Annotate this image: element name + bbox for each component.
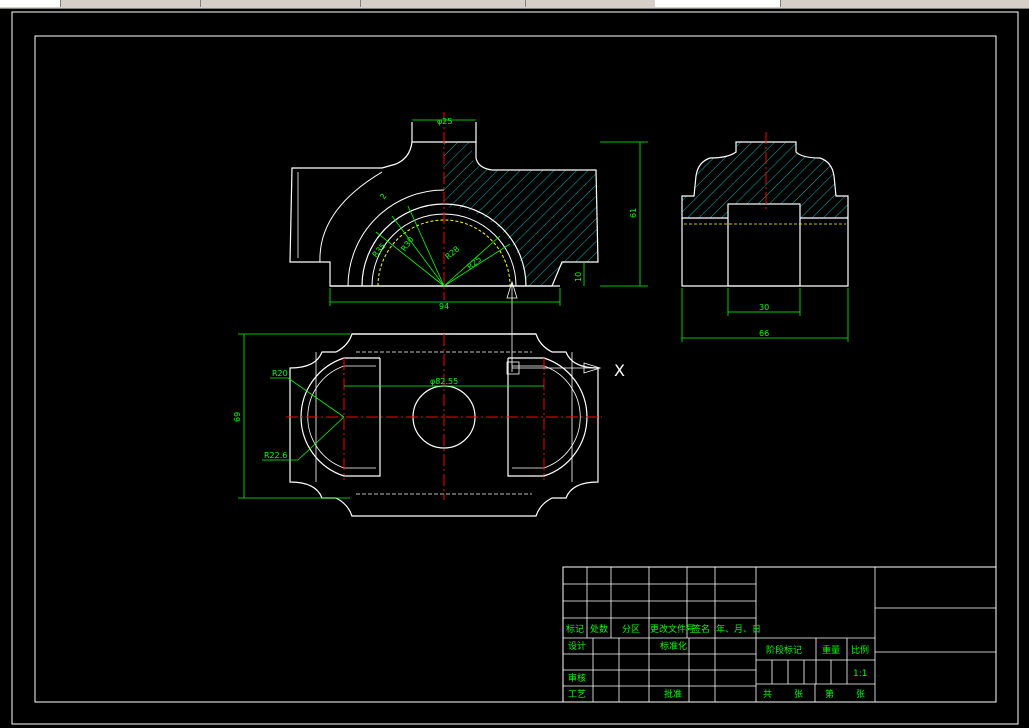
tb-sheet: 第 bbox=[825, 688, 834, 700]
tb-weight: 重量 bbox=[822, 644, 840, 656]
dim-overall-height: 61 bbox=[629, 208, 638, 218]
dim-top-width: φ25 bbox=[437, 117, 452, 126]
cad-canvas[interactable]: φ25 61 94 10 R35 R30 R28 R25 2 30 66 X 6… bbox=[0, 0, 1029, 728]
tb-rev-header: 标记 bbox=[566, 623, 584, 635]
tb-sheet: 共 bbox=[763, 689, 772, 700]
tb-rev-header: 处数 bbox=[590, 623, 608, 635]
tb-row-label: 审核 bbox=[568, 672, 586, 684]
tb-rev-header: 签名 bbox=[692, 623, 710, 635]
plan-view: X bbox=[286, 333, 625, 517]
left-body-outline bbox=[289, 141, 444, 287]
tb-sheet: 张 bbox=[794, 689, 803, 700]
tb-approve: 批准 bbox=[664, 688, 682, 700]
tb-sheet: 张 bbox=[856, 689, 865, 700]
dim-plan-center: φ82.55 bbox=[430, 377, 458, 386]
bore-arc-r35 bbox=[347, 189, 445, 287]
dim-small-radius: 2 bbox=[378, 192, 388, 201]
drawing-frame bbox=[34, 35, 997, 703]
side-bore-slot bbox=[727, 203, 801, 287]
dim-side-outer: 66 bbox=[759, 329, 769, 338]
side-view-dimensions: 30 66 bbox=[681, 288, 849, 342]
title-block: 标记 处数 分区 更改文件号 签名 年、月、日 设计 审核 工艺 标准化 批准 … bbox=[562, 566, 997, 703]
tb-rev-header: 分区 bbox=[622, 624, 640, 635]
plan-view-dimensions: 69 φ82.55 R20 R22.6 bbox=[233, 333, 544, 499]
tb-row-label: 工艺 bbox=[568, 689, 586, 700]
dim-base-height: 10 bbox=[574, 272, 583, 282]
tb-rev-header: 更改文件号 bbox=[650, 623, 695, 635]
ucs-x-label: X bbox=[614, 361, 625, 380]
left-fillet-curve bbox=[319, 171, 383, 263]
tb-scale: 比例 bbox=[851, 644, 869, 656]
dim-plan-r226: R22.6 bbox=[264, 451, 287, 460]
side-view bbox=[681, 132, 849, 287]
dim-side-inner: 30 bbox=[759, 303, 769, 312]
tb-standardize: 标准化 bbox=[660, 640, 687, 652]
dim-plan-r20: R20 bbox=[272, 369, 288, 378]
front-view bbox=[289, 112, 599, 372]
tb-stage-mark: 阶段标记 bbox=[766, 644, 802, 656]
tb-row-label: 设计 bbox=[568, 640, 586, 652]
tb-rev-header: 年、月、日 bbox=[716, 623, 761, 635]
dim-plan-height: 69 bbox=[233, 412, 242, 422]
tb-scale-value: 1:1 bbox=[853, 669, 867, 679]
dim-base-width: 94 bbox=[439, 302, 449, 311]
dim-radius-d: R25 bbox=[466, 255, 484, 272]
dim-radius-c: R28 bbox=[444, 245, 462, 262]
